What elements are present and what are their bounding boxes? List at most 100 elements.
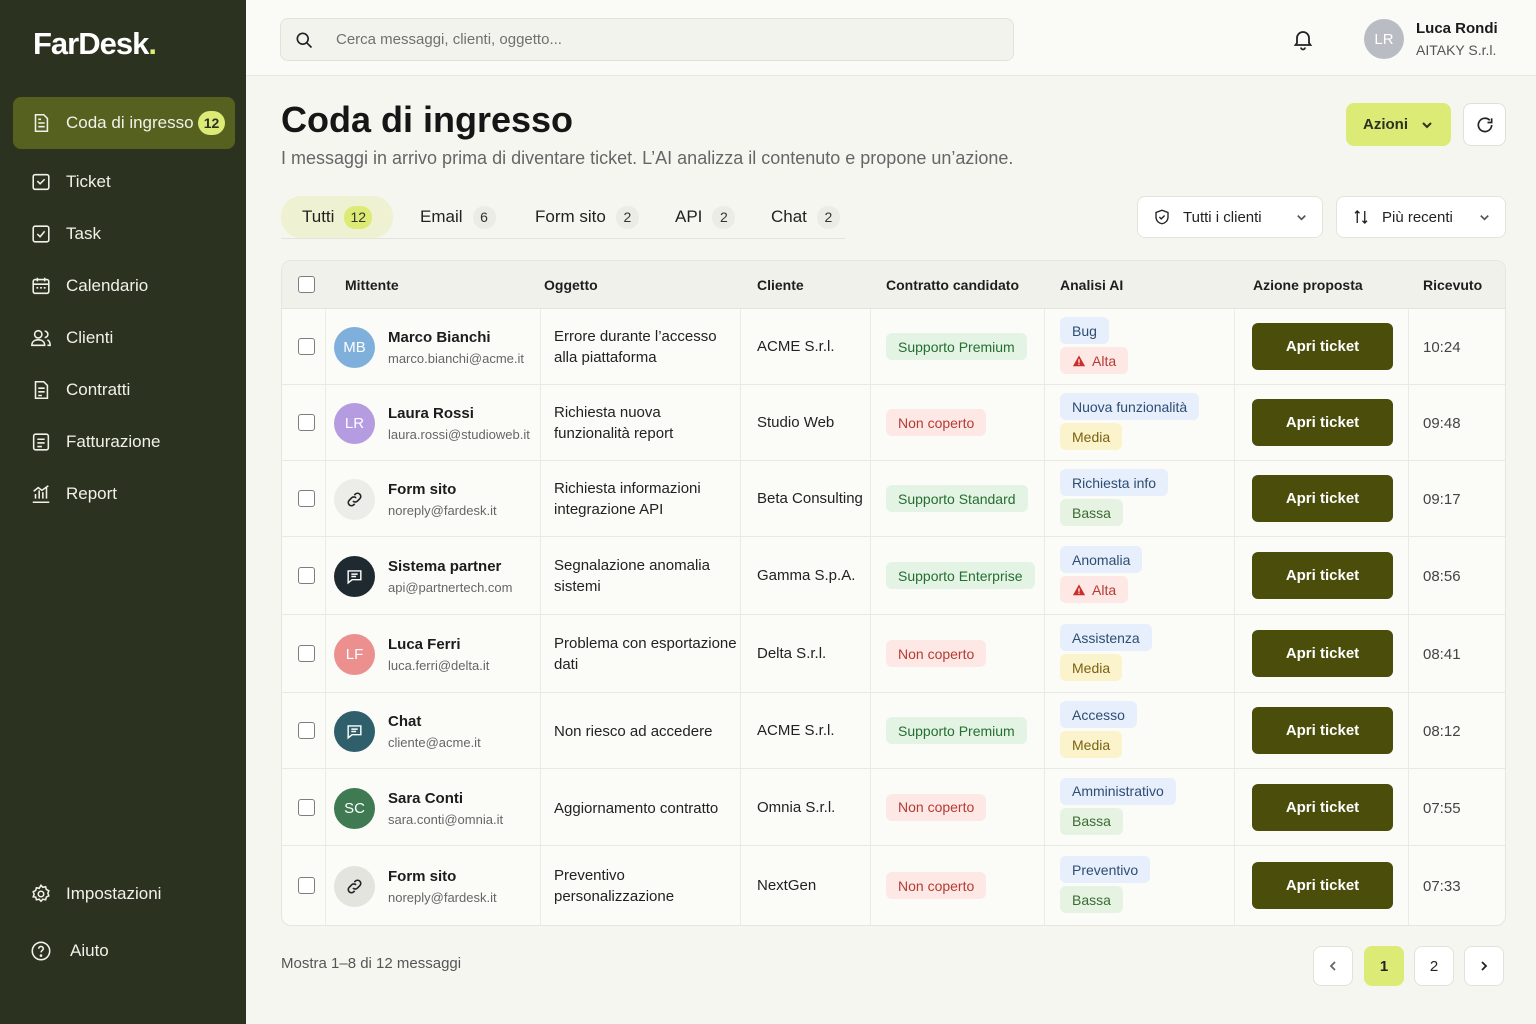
- brand-logo[interactable]: FarDesk.: [33, 26, 157, 62]
- sender-avatar: [334, 711, 375, 752]
- sort-icon: [1354, 210, 1368, 224]
- topbar: LR Luca Rondi AITAKY S.r.l.: [246, 0, 1536, 76]
- sidebar-item-task[interactable]: Task: [13, 208, 235, 260]
- table-row[interactable]: Form sito noreply@fardesk.it Preventivo pe…: [282, 846, 1505, 925]
- tab-api[interactable]: API 2: [654, 196, 756, 238]
- open-ticket-button[interactable]: Apri ticket: [1252, 707, 1393, 754]
- task-check-icon: [32, 225, 50, 243]
- tab-email[interactable]: Email 6: [399, 196, 517, 238]
- sender-name: Marco Bianchi: [388, 329, 491, 346]
- tab-tutti[interactable]: Tutti 12: [281, 196, 394, 238]
- sidebar-item-label: Impostazioni: [66, 884, 162, 903]
- open-ticket-button[interactable]: Apri ticket: [1252, 783, 1393, 831]
- sidebar-item-fatturazione[interactable]: Fatturazione: [13, 416, 235, 468]
- sidebar-item-calendario[interactable]: Calendario: [13, 260, 235, 312]
- col-contratto[interactable]: Contratto candidato: [886, 277, 1019, 293]
- client-name: NextGen: [757, 877, 817, 894]
- table-row[interactable]: Form sito noreply@fardesk.it Richiesta inf…: [282, 461, 1505, 537]
- refresh-button[interactable]: [1463, 103, 1506, 146]
- table-row[interactable]: MB Marco Bianchi marco.bianchi@acme.it Erro…: [282, 309, 1505, 385]
- open-ticket-button[interactable]: Apri ticket: [1252, 323, 1393, 370]
- search-icon: [296, 32, 313, 48]
- client-name: ACME S.r.l.: [757, 338, 835, 355]
- open-ticket-button[interactable]: Apri ticket: [1252, 862, 1393, 909]
- contract-badge: Supporto Enterprise: [886, 562, 1035, 589]
- message-subject[interactable]: Segnalazione anomalia sistemi: [554, 555, 739, 597]
- col-cliente[interactable]: Cliente: [757, 277, 804, 293]
- row-checkbox[interactable]: [298, 877, 315, 894]
- sidebar-item-ticket[interactable]: Ticket: [13, 156, 235, 208]
- sender-avatar: MB: [334, 327, 375, 368]
- col-oggetto[interactable]: Oggetto: [544, 277, 598, 293]
- client-name: Beta Consulting: [757, 490, 863, 507]
- select-all-checkbox[interactable]: [298, 276, 315, 293]
- message-subject[interactable]: Errore durante l’accesso alla piattaform…: [554, 326, 739, 368]
- col-azione[interactable]: Azione proposta: [1253, 277, 1363, 293]
- row-checkbox[interactable]: [298, 798, 315, 816]
- message-subject[interactable]: Aggiornamento contratto: [554, 798, 739, 819]
- table-row[interactable]: Chat cliente@acme.it Non riesco ad acceder…: [282, 693, 1505, 769]
- table-row[interactable]: SC Sara Conti sara.conti@omnia.it Aggiornam…: [282, 769, 1505, 846]
- col-analisi-ai[interactable]: Analisi AI: [1060, 277, 1123, 293]
- client-name: Omnia S.r.l.: [757, 798, 836, 816]
- next-page-button[interactable]: [1464, 946, 1504, 986]
- message-subject[interactable]: Preventivo personalizzazione: [554, 865, 739, 907]
- sender-avatar: [334, 479, 375, 520]
- message-subject[interactable]: Richiesta nuova funzionalità report: [554, 402, 739, 444]
- message-subject[interactable]: Problema con esportazione dati: [554, 633, 739, 675]
- sidebar-item-report[interactable]: Report: [13, 468, 235, 520]
- table-row[interactable]: LR Laura Rossi laura.rossi@studioweb.it Ric…: [282, 385, 1505, 461]
- sender-avatar: [334, 556, 375, 597]
- tab-form-sito[interactable]: Form sito 2: [514, 196, 660, 238]
- priority-label: Bassa: [1072, 813, 1111, 829]
- client-filter-dropdown[interactable]: Tutti i clienti: [1137, 196, 1323, 238]
- users-icon: [31, 329, 51, 347]
- ai-category-badge: Richiesta info: [1060, 469, 1169, 496]
- sidebar-item-coda-di-ingresso[interactable]: Coda di ingresso 12: [13, 97, 235, 149]
- row-checkbox[interactable]: [298, 338, 315, 355]
- sidebar-item-impostazioni[interactable]: Impostazioni: [13, 868, 235, 920]
- chevron-right-icon: [1481, 961, 1488, 971]
- prev-page-button[interactable]: [1313, 946, 1353, 986]
- refresh-icon: [1477, 116, 1492, 132]
- page-2-button[interactable]: 2: [1414, 946, 1454, 986]
- sidebar-item-contratti[interactable]: Contratti: [13, 364, 235, 416]
- tab-chat[interactable]: Chat 2: [750, 196, 861, 238]
- sidebar-item-aiuto[interactable]: Aiuto: [13, 925, 235, 977]
- sort-label: Più recenti: [1382, 208, 1453, 226]
- row-checkbox[interactable]: [298, 645, 315, 662]
- open-ticket-button[interactable]: Apri ticket: [1252, 399, 1393, 446]
- page-1-button[interactable]: 1: [1364, 946, 1404, 986]
- tab-label: Chat: [771, 207, 807, 226]
- user-avatar[interactable]: LR: [1364, 19, 1404, 59]
- row-checkbox[interactable]: [298, 567, 315, 584]
- client-name: Studio Web: [757, 414, 835, 431]
- open-ticket-button[interactable]: Apri ticket: [1252, 475, 1393, 522]
- message-subject[interactable]: Richiesta informazioni integrazione API: [554, 478, 739, 520]
- table-row[interactable]: Sistema partner api@partnertech.com Segnal…: [282, 537, 1505, 615]
- search-input[interactable]: [336, 31, 936, 48]
- sidebar-item-clienti[interactable]: Clienti: [13, 312, 235, 364]
- row-checkbox[interactable]: [298, 490, 315, 507]
- received-time: 08:56: [1423, 568, 1461, 585]
- search-box[interactable]: [280, 18, 1014, 61]
- col-ricevuto[interactable]: Ricevuto: [1423, 277, 1482, 293]
- sidebar-item-label: Ticket: [66, 172, 111, 191]
- open-ticket-button[interactable]: Apri ticket: [1252, 552, 1393, 599]
- sort-dropdown[interactable]: Più recenti: [1336, 196, 1506, 238]
- tab-label: Form sito: [535, 207, 606, 226]
- bell-icon[interactable]: [1291, 27, 1315, 51]
- table-row[interactable]: LF Luca Ferri luca.ferri@delta.it Problema …: [282, 615, 1505, 693]
- priority-label: Media: [1072, 428, 1111, 445]
- sender-avatar: SC: [334, 787, 375, 829]
- sender-email: api@partnertech.com: [388, 580, 513, 595]
- row-checkbox[interactable]: [298, 722, 315, 739]
- open-ticket-button[interactable]: Apri ticket: [1252, 630, 1393, 677]
- client-name: Gamma S.p.A.: [757, 567, 856, 584]
- invoice-icon: [32, 433, 50, 451]
- col-mittente[interactable]: Mittente: [345, 277, 399, 293]
- priority-label: Alta: [1092, 581, 1117, 598]
- actions-button[interactable]: Azioni: [1346, 103, 1451, 146]
- message-subject[interactable]: Non riesco ad accedere: [554, 721, 739, 742]
- row-checkbox[interactable]: [298, 414, 315, 431]
